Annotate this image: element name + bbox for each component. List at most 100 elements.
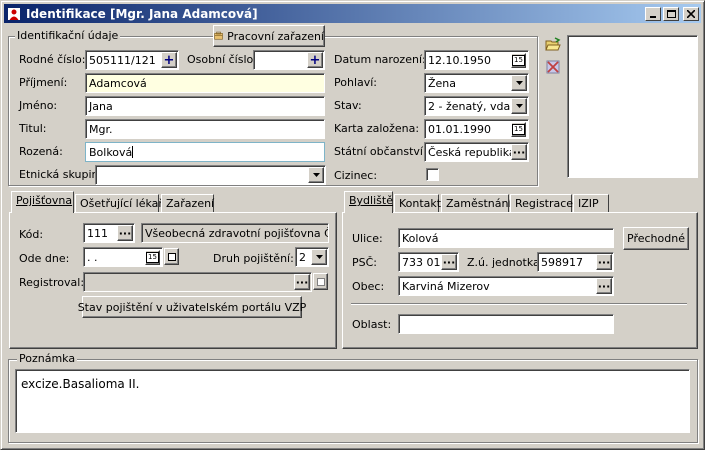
chevron-down-icon (515, 81, 523, 85)
tab-osetrujici-lekari[interactable]: Ošetřující lékaři (75, 194, 166, 213)
jmeno-field[interactable]: Jana (85, 96, 325, 116)
pohlavi-dropdown-button[interactable] (511, 75, 527, 91)
karta-zalozena-field[interactable]: 01.01.1990 15 (424, 119, 529, 139)
tab-bydliste[interactable]: Bydliště (344, 191, 393, 213)
delete-icon (546, 60, 560, 74)
prechodne-button[interactable]: Přechodné (623, 227, 689, 250)
osobni-cislo-label: Osobní číslo: (187, 53, 257, 66)
registroval-clear-button[interactable] (313, 273, 328, 290)
zu-jednotka-label: Z.ú. jednotka: (467, 256, 544, 269)
kod-name-field: Všeobecná zdravotní pojišťovna ČR (141, 223, 329, 243)
pohlavi-value: Žena (428, 77, 457, 90)
poznamka-text: excize.Basalioma II. (21, 377, 140, 391)
druh-pojisteni-dropdown-button[interactable] (311, 249, 327, 265)
kod-field[interactable]: 111 ··· (83, 223, 135, 243)
jmeno-value: Jana (89, 100, 113, 113)
statni-obcanstvi-lookup-button[interactable]: ··· (511, 144, 527, 160)
rodne-cislo-add-button[interactable]: + (161, 52, 177, 68)
rozena-field[interactable]: Bolková (85, 142, 325, 162)
tab-pojistovna[interactable]: Pojišťovna (11, 191, 74, 213)
stav-pojisteni-button[interactable]: Stav pojištění v uživatelském portálu VZ… (78, 296, 306, 318)
close-icon (687, 9, 695, 18)
title-bar[interactable]: Identifikace [Mgr. Jana Adamcová] (4, 4, 701, 23)
kod-lookup-button[interactable]: ··· (117, 225, 133, 241)
ellipsis-icon: ··· (597, 255, 611, 269)
identifikace-window: Identifikace [Mgr. Jana Adamcová] Identi… (0, 0, 705, 450)
pracovni-zarazeni-button[interactable]: Pracovní zařazení (213, 25, 325, 47)
calendar-icon: 15 (512, 124, 525, 135)
rodne-cislo-label: Rodné číslo: (19, 53, 86, 66)
registroval-field: ··· (83, 272, 312, 292)
druh-pojisteni-select[interactable]: 2 (295, 247, 329, 267)
ulice-value: Kolová (402, 232, 439, 245)
ode-dne-calendar-button[interactable]: 15 (145, 250, 160, 265)
zu-jednotka-field[interactable]: 598917 ··· (537, 252, 614, 272)
psc-label: PSČ: (352, 256, 378, 269)
obec-label: Obec: (352, 280, 385, 293)
etnicka-dropdown-button[interactable] (308, 167, 324, 183)
ellipsis-icon: ··· (118, 226, 132, 240)
stav-label: Stav: (334, 99, 362, 112)
statni-obcanstvi-label: Státní občanství: (334, 145, 427, 158)
rodne-cislo-field[interactable]: 505111/121 + (85, 50, 179, 70)
stav-value: 2 - ženatý, vdaná (428, 100, 524, 113)
photo-delete-button[interactable] (545, 59, 561, 75)
photo-open-button[interactable] (545, 37, 561, 53)
app-icon (6, 6, 22, 22)
tab-izip[interactable]: IZIP (573, 194, 609, 213)
poznamka-title: Poznámka (17, 352, 78, 365)
stav-pojisteni-label: Stav pojištění v uživatelském portálu VZ… (77, 300, 307, 314)
cizinec-checkbox[interactable] (426, 168, 439, 181)
obec-field[interactable]: Karviná Mizerov ··· (398, 276, 614, 296)
text-cursor (132, 146, 134, 158)
tab-registrace[interactable]: Registrace (510, 194, 573, 213)
ode-dne-clear-button[interactable] (164, 248, 179, 265)
poznamka-textarea[interactable]: excize.Basalioma II. (15, 369, 690, 433)
kod-name-value: Všeobecná zdravotní pojišťovna ČR (145, 227, 329, 240)
osobni-cislo-add-button[interactable]: + (307, 52, 323, 68)
tab-zarazeni[interactable]: Zařazení (161, 194, 214, 213)
ode-dne-field[interactable]: . . 15 (83, 247, 163, 267)
psc-value: 733 01 (402, 256, 441, 269)
rozena-value: Bolková (89, 146, 133, 159)
rodne-cislo-value: 505111/121 (89, 54, 156, 67)
maximize-button[interactable] (663, 6, 679, 21)
photo-box[interactable] (567, 35, 698, 178)
registroval-lookup-button[interactable]: ··· (294, 274, 310, 290)
plus-icon: + (163, 52, 175, 68)
bydliste-separator (351, 303, 687, 305)
osobni-cislo-field[interactable]: + (253, 50, 325, 70)
close-button[interactable] (683, 6, 699, 21)
stav-dropdown-button[interactable] (511, 98, 527, 114)
minimize-button[interactable] (645, 6, 661, 21)
psc-field[interactable]: 733 01 ··· (398, 252, 459, 272)
prijmeni-label: Příjmení: (19, 76, 68, 89)
druh-pojisteni-label: Druh pojištění: (213, 252, 294, 265)
cizinec-label: Cizinec: (334, 169, 378, 182)
prijmeni-field[interactable]: Adamcová (85, 73, 325, 93)
karta-zalozena-label: Karta založena: (334, 122, 420, 135)
window-title: Identifikace [Mgr. Jana Adamcová] (26, 6, 258, 21)
tab-zamestnani[interactable]: Zaměstnání (441, 194, 512, 213)
psc-lookup-button[interactable]: ··· (441, 254, 457, 270)
oblast-field[interactable] (398, 314, 614, 334)
etnicka-skupina-select[interactable] (95, 165, 326, 185)
titul-value: Mgr. (89, 123, 113, 136)
work-assignment-icon (214, 31, 223, 40)
plus-icon: + (309, 52, 321, 68)
titul-field[interactable]: Mgr. (85, 119, 325, 139)
zu-jednotka-lookup-button[interactable]: ··· (596, 254, 612, 270)
statni-obcanstvi-field[interactable]: Česká republika ··· (424, 142, 529, 162)
obec-lookup-button[interactable]: ··· (596, 278, 612, 294)
ulice-field[interactable]: Kolová (398, 228, 614, 248)
pohlavi-select[interactable]: Žena (424, 73, 529, 93)
tab-kontakt[interactable]: Kontakt (394, 194, 441, 213)
chevron-down-icon (315, 255, 323, 259)
folder-open-icon (545, 37, 561, 51)
pohlavi-label: Pohlaví: (334, 76, 378, 89)
datum-narozeni-calendar-button[interactable]: 15 (511, 53, 526, 68)
karta-zalozena-calendar-button[interactable]: 15 (511, 122, 526, 137)
prechodne-label: Přechodné (627, 232, 685, 245)
stav-select[interactable]: 2 - ženatý, vdaná (424, 96, 529, 116)
datum-narozeni-field[interactable]: 12.10.1950 15 (424, 50, 529, 70)
